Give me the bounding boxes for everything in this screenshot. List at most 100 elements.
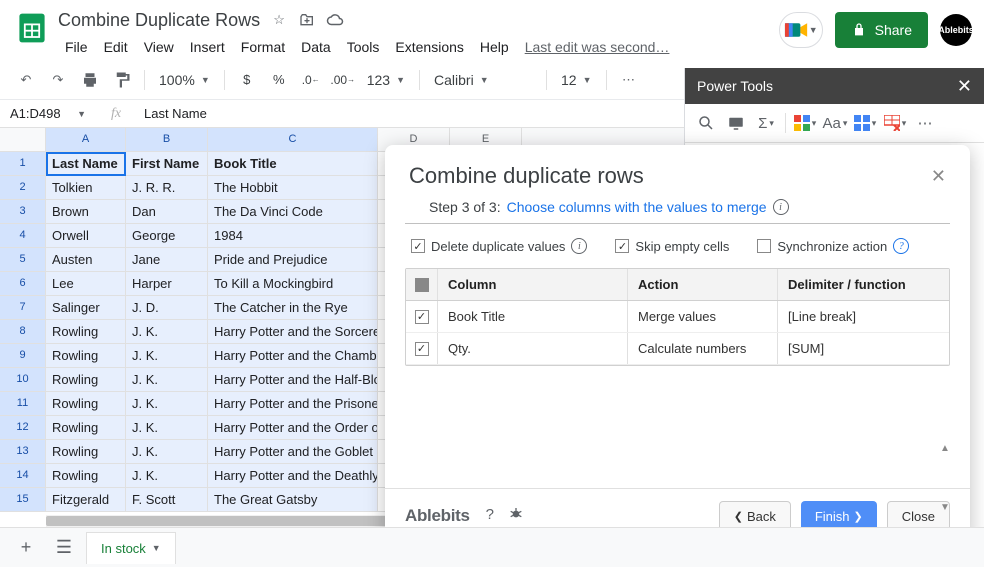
cell[interactable]: Harry Potter and the Deathly Hallows (208, 464, 378, 488)
cell[interactable]: Fitzgerald (46, 488, 126, 512)
cell[interactable]: Harry Potter and the Prisoner of Azkaban (208, 392, 378, 416)
cell[interactable]: J. K. (126, 320, 208, 344)
undo-icon[interactable]: ↶ (12, 66, 40, 94)
cell[interactable]: Rowling (46, 440, 126, 464)
cell[interactable]: The Great Gatsby (208, 488, 378, 512)
menu-edit[interactable]: Edit (97, 35, 135, 59)
col-header-c[interactable]: C (208, 128, 378, 152)
cell[interactable]: Harry Potter and the Half-Blood Prince (208, 368, 378, 392)
menu-extensions[interactable]: Extensions (388, 35, 470, 59)
help-icon[interactable]: ? (486, 506, 494, 526)
text-icon[interactable]: Aa▾ (822, 110, 848, 136)
zoom-select[interactable]: 100%▼ (153, 72, 216, 88)
col-header-b[interactable]: B (126, 128, 208, 152)
cell[interactable]: Orwell (46, 224, 126, 248)
checkbox-icon[interactable] (615, 239, 629, 253)
currency-icon[interactable]: $ (233, 66, 261, 94)
row-header[interactable]: 4 (0, 224, 46, 248)
table-row[interactable]: Book Title Merge values [Line break] (406, 301, 949, 333)
checkbox-icon[interactable] (757, 239, 771, 253)
cell[interactable]: Lee (46, 272, 126, 296)
share-button[interactable]: Share (835, 12, 928, 48)
row-header[interactable]: 1 (0, 152, 46, 176)
info-icon[interactable]: i (571, 238, 587, 254)
row-header[interactable]: 5 (0, 248, 46, 272)
number-format-select[interactable]: 123▼ (361, 72, 411, 88)
decrease-decimal-icon[interactable]: .0← (297, 66, 325, 94)
squares-icon[interactable]: ▾ (852, 110, 878, 136)
opt-skip-empty[interactable]: Skip empty cells (615, 238, 729, 254)
cell[interactable]: 1984 (208, 224, 378, 248)
cell[interactable]: Rowling (46, 464, 126, 488)
increase-decimal-icon[interactable]: .00→ (329, 66, 357, 94)
cell[interactable]: Brown (46, 200, 126, 224)
cell[interactable]: Salinger (46, 296, 126, 320)
cell[interactable]: Last Name (46, 152, 126, 176)
search-icon[interactable] (693, 110, 719, 136)
cell[interactable]: The Da Vinci Code (208, 200, 378, 224)
row-header[interactable]: 11 (0, 392, 46, 416)
star-icon[interactable]: ☆ (270, 11, 288, 29)
percent-icon[interactable]: % (265, 66, 293, 94)
meet-button[interactable]: ▼ (779, 12, 823, 48)
cell[interactable]: To Kill a Mockingbird (208, 272, 378, 296)
checkbox-icon[interactable] (415, 310, 429, 324)
row-header[interactable]: 8 (0, 320, 46, 344)
help-icon[interactable]: ? (893, 238, 909, 254)
cell[interactable]: J. K. (126, 416, 208, 440)
grid-icon[interactable]: ▾ (792, 110, 818, 136)
cell[interactable]: Harry Potter and the Chamber of Secrets (208, 344, 378, 368)
checkbox-icon[interactable] (415, 278, 429, 292)
cell[interactable]: The Catcher in the Rye (208, 296, 378, 320)
cell[interactable]: Dan (126, 200, 208, 224)
sigma-icon[interactable]: Σ▾ (753, 110, 779, 136)
cloud-icon[interactable] (326, 11, 344, 29)
close-icon[interactable]: ✕ (957, 76, 972, 97)
paint-format-icon[interactable] (108, 66, 136, 94)
row-header[interactable]: 7 (0, 296, 46, 320)
cell[interactable]: Tolkien (46, 176, 126, 200)
sheet-tab[interactable]: In stock▼ (86, 532, 176, 564)
checkbox-icon[interactable] (411, 239, 425, 253)
info-icon[interactable]: i (773, 199, 789, 215)
cell[interactable]: Rowling (46, 344, 126, 368)
sheets-logo[interactable] (12, 8, 52, 48)
cell[interactable]: J. D. (126, 296, 208, 320)
avatar[interactable]: Ablebits (940, 14, 972, 46)
cell[interactable]: J. K. (126, 464, 208, 488)
more-icon[interactable]: ⋯ (912, 110, 938, 136)
table-remove-icon[interactable]: ▾ (882, 110, 908, 136)
cell[interactable]: Rowling (46, 392, 126, 416)
cell[interactable]: J. K. (126, 392, 208, 416)
redo-icon[interactable]: ↷ (44, 66, 72, 94)
more-icon[interactable]: ⋯ (615, 66, 643, 94)
row-header[interactable]: 2 (0, 176, 46, 200)
vertical-scrollbar[interactable]: ▲▼ (940, 443, 948, 513)
row-header[interactable]: 15 (0, 488, 46, 512)
cell[interactable]: Harry Potter and the Sorcerer's Stone (208, 320, 378, 344)
cell[interactable]: Harry Potter and the Goblet of Fire (208, 440, 378, 464)
row-header[interactable]: 10 (0, 368, 46, 392)
cell[interactable]: Jane (126, 248, 208, 272)
cell[interactable]: J. R. R. (126, 176, 208, 200)
row-header[interactable]: 14 (0, 464, 46, 488)
cell[interactable]: Harry Potter and the Order of the Phoeni… (208, 416, 378, 440)
font-select[interactable]: Calibri▼ (428, 72, 538, 88)
cell[interactable]: F. Scott (126, 488, 208, 512)
opt-delete-duplicates[interactable]: Delete duplicate valuesi (411, 238, 587, 254)
row-header[interactable]: 6 (0, 272, 46, 296)
row-header[interactable]: 13 (0, 440, 46, 464)
menu-view[interactable]: View (137, 35, 181, 59)
menu-data[interactable]: Data (294, 35, 338, 59)
move-icon[interactable] (298, 11, 316, 29)
cell[interactable]: J. K. (126, 344, 208, 368)
add-sheet-icon[interactable]: + (10, 533, 42, 563)
doc-title[interactable]: Combine Duplicate Rows (58, 10, 260, 31)
close-icon[interactable]: ✕ (931, 166, 946, 187)
cell[interactable]: J. K. (126, 440, 208, 464)
opt-sync-action[interactable]: Synchronize action? (757, 238, 909, 254)
table-row[interactable]: Qty. Calculate numbers [SUM] (406, 333, 949, 365)
cell[interactable]: Pride and Prejudice (208, 248, 378, 272)
menu-format[interactable]: Format (234, 35, 292, 59)
cell[interactable]: Harper (126, 272, 208, 296)
